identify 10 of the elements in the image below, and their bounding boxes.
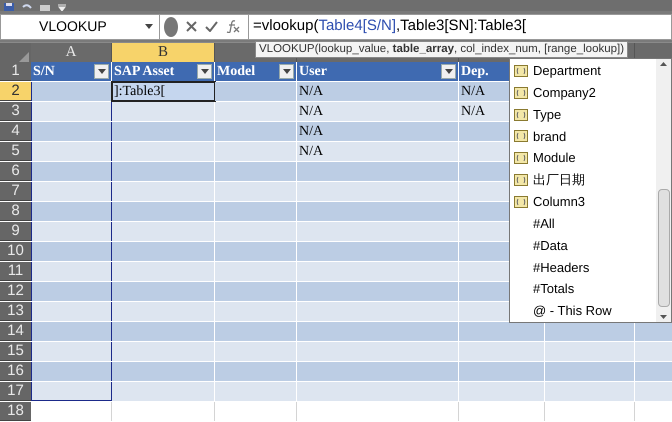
column-title: Dep. — [461, 63, 489, 81]
formula-text: ,Table3[SN]:Table3[ — [396, 16, 526, 36]
name-box-value: VLOOKUP — [39, 17, 107, 36]
formula-text: =vlookup( — [253, 16, 318, 36]
column-title: SAP Asset — [114, 63, 174, 81]
function-tooltip: VLOOKUP(lookup_value, table_array, col_index_num, [range_lookup]) — [255, 41, 628, 58]
column-title: S/N — [33, 63, 55, 81]
column-title: User — [299, 63, 327, 81]
formula-text: Table4[S/N] — [318, 16, 396, 36]
column-title: Model — [217, 63, 256, 81]
